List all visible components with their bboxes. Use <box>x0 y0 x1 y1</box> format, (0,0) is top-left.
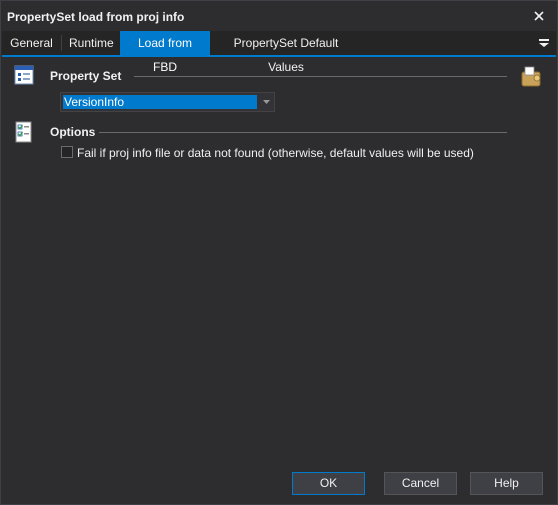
dialog-title: PropertySet load from proj info <box>7 10 185 24</box>
title-bar: PropertySet load from proj info <box>1 1 557 31</box>
tab-runtime[interactable]: Runtime <box>63 31 118 55</box>
dialog-window: PropertySet load from proj info General … <box>0 0 558 505</box>
tab-general[interactable]: General <box>4 31 59 55</box>
tab-overflow-menu[interactable] <box>536 35 552 51</box>
menu-icon <box>539 39 549 47</box>
chevron-down-icon <box>263 100 270 104</box>
cancel-button[interactable]: Cancel <box>384 472 457 495</box>
close-icon <box>534 11 544 21</box>
property-set-heading: Property Set <box>50 69 122 83</box>
propertyset-manager-icon[interactable] <box>519 64 543 88</box>
ok-button[interactable]: OK <box>292 472 365 495</box>
tab-bar: General Runtime Load from FBD PropertySe… <box>2 31 556 74</box>
section-divider <box>99 132 507 133</box>
property-set-selected-value: VersionInfo <box>63 95 257 109</box>
options-icon <box>14 121 34 143</box>
section-divider <box>134 76 507 77</box>
fail-if-not-found-label[interactable]: Fail if proj info file or data not found… <box>77 146 474 160</box>
fail-if-not-found-checkbox[interactable] <box>61 146 73 158</box>
help-button[interactable]: Help <box>470 472 543 495</box>
tab-load-from-fbd[interactable]: Load from FBD <box>120 31 210 74</box>
propertyset-icon <box>14 65 34 87</box>
tab-propertyset-default-values[interactable]: PropertySet Default Values <box>212 31 360 74</box>
options-heading: Options <box>50 125 96 139</box>
close-button[interactable] <box>529 6 549 26</box>
tab-separator <box>61 35 62 51</box>
property-set-select[interactable]: VersionInfo <box>60 92 275 112</box>
